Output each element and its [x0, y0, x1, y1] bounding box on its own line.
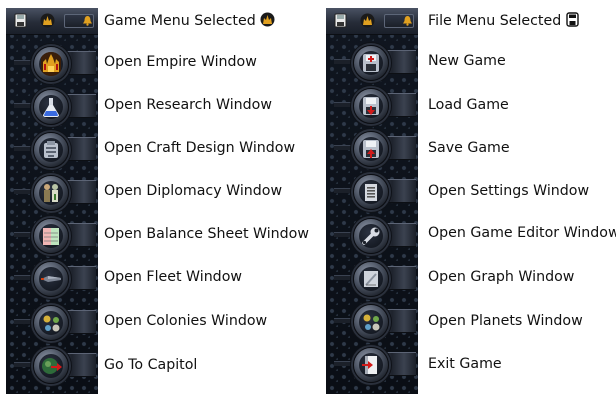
open-craft-design-window-label[interactable]: Open Craft Design Window — [104, 139, 295, 157]
go-to-capitol-button[interactable] — [33, 348, 69, 384]
bell-icon[interactable] — [82, 15, 93, 26]
game-menu-toolbar — [6, 8, 98, 35]
file-menu-icon — [565, 12, 580, 27]
settings-icon — [365, 184, 377, 201]
wrench-icon — [362, 227, 380, 245]
diplomats-icon — [44, 184, 58, 202]
open-colonies-window-label[interactable]: Open Colonies Window — [104, 312, 267, 330]
open-empire-window-label[interactable]: Open Empire Window — [104, 53, 257, 71]
exit-game-button[interactable] — [353, 347, 389, 383]
open-game-editor-window-label[interactable]: Open Game Editor Window — [428, 224, 616, 242]
empire-palace-icon — [41, 52, 61, 76]
graph-icon — [364, 271, 378, 287]
exit-door-icon — [362, 356, 377, 374]
file-menu-icon[interactable] — [13, 13, 28, 28]
open-graph-window-button[interactable] — [353, 261, 389, 297]
open-game-editor-window-button[interactable] — [353, 218, 389, 254]
open-diplomacy-window-label[interactable]: Open Diplomacy Window — [104, 182, 282, 200]
game-menu-icon[interactable] — [360, 13, 375, 28]
game-menu-icon — [260, 12, 275, 27]
open-planets-window-button[interactable] — [353, 304, 389, 340]
open-colonies-window-button[interactable] — [33, 305, 69, 341]
load-game-icon — [363, 97, 379, 115]
game-menu-title-text: Game Menu Selected — [104, 13, 256, 29]
new-game-label[interactable]: New Game — [428, 52, 506, 70]
save-game-button[interactable] — [353, 131, 389, 167]
colonies-icon — [43, 315, 60, 332]
exit-game-label[interactable]: Exit Game — [428, 355, 502, 373]
open-diplomacy-window-button[interactable] — [33, 175, 69, 211]
open-balance-sheet-window-button[interactable] — [33, 218, 69, 254]
file-menu-icon[interactable] — [333, 13, 348, 28]
go-to-capitol-label[interactable]: Go To Capitol — [104, 356, 197, 374]
bell-icon[interactable] — [402, 15, 413, 26]
game-menu-panel: Game Menu Selected Open Empire Window Op… — [0, 0, 312, 394]
open-planets-window-label[interactable]: Open Planets Window — [428, 312, 583, 330]
balance-sheet-icon — [43, 228, 59, 245]
game-menu-icon[interactable] — [40, 13, 55, 28]
open-fleet-window-button[interactable] — [33, 261, 69, 297]
file-menu-title-text: File Menu Selected — [428, 13, 562, 29]
open-research-window-button[interactable] — [33, 89, 69, 125]
file-menu-title: File Menu Selected — [428, 12, 580, 30]
fleet-ship-icon — [41, 276, 61, 282]
capitol-arrow-icon — [42, 358, 62, 374]
flask-icon — [43, 98, 59, 117]
open-fleet-window-label[interactable]: Open Fleet Window — [104, 268, 242, 286]
load-game-button[interactable] — [353, 88, 389, 124]
game-menu-title: Game Menu Selected — [104, 12, 275, 30]
craft-design-icon — [44, 141, 58, 158]
load-game-label[interactable]: Load Game — [428, 96, 509, 114]
file-menu-panel: File Menu Selected New Game Load Game Sa… — [320, 0, 616, 394]
file-menu-toolbar — [326, 8, 418, 35]
open-settings-window-button[interactable] — [353, 174, 389, 210]
save-game-icon — [363, 140, 379, 158]
planets-icon — [363, 314, 380, 331]
new-game-button[interactable] — [353, 45, 389, 81]
open-empire-window-button[interactable] — [33, 46, 69, 82]
open-research-window-label[interactable]: Open Research Window — [104, 96, 272, 114]
open-balance-sheet-window-label[interactable]: Open Balance Sheet Window — [104, 225, 309, 243]
open-settings-window-label[interactable]: Open Settings Window — [428, 182, 589, 200]
open-graph-window-label[interactable]: Open Graph Window — [428, 268, 574, 286]
save-game-label[interactable]: Save Game — [428, 139, 510, 157]
new-game-icon — [363, 54, 379, 72]
open-craft-design-window-button[interactable] — [33, 132, 69, 168]
